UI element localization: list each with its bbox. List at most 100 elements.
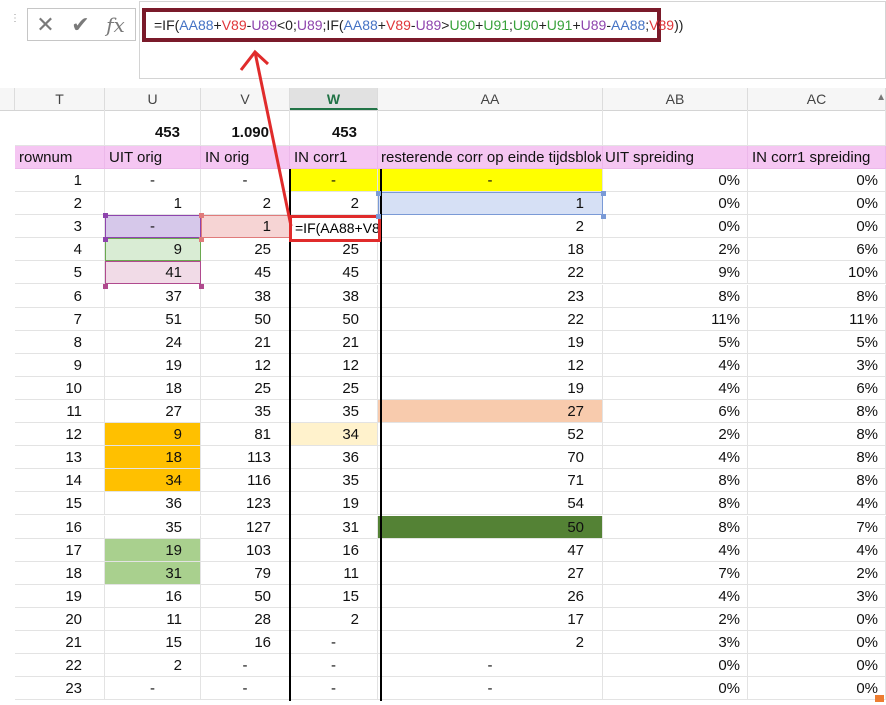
cell-AB[interactable]: 4% — [603, 446, 748, 470]
header-cell-in-orig[interactable]: IN orig — [201, 146, 290, 169]
cell-AA[interactable]: - — [378, 169, 603, 192]
cell-AA[interactable]: 54 — [378, 492, 603, 516]
cell-AB[interactable]: 2% — [603, 238, 748, 262]
cell-AC[interactable]: 8% — [748, 423, 886, 447]
cell-AA[interactable]: 19 — [378, 330, 603, 354]
cell-AC[interactable]: 10% — [748, 261, 886, 285]
cell-AC[interactable]: 4% — [748, 538, 886, 562]
cell-T[interactable]: 20 — [15, 607, 105, 631]
cell-AB[interactable]: 0% — [603, 169, 748, 192]
range-handle[interactable] — [199, 237, 204, 242]
cell-T[interactable]: 3 — [15, 215, 105, 239]
range-handle[interactable] — [376, 191, 381, 196]
range-handle[interactable] — [601, 191, 606, 196]
cell-V[interactable]: 113 — [201, 446, 290, 470]
cell-U[interactable]: 36 — [105, 492, 201, 516]
col-header-AC[interactable]: AC — [748, 88, 886, 110]
cell-AA[interactable]: 23 — [378, 284, 603, 308]
cell-AB[interactable]: 11% — [603, 307, 748, 331]
cell-U[interactable]: 18 — [105, 376, 201, 400]
cell-U[interactable]: 1 — [105, 192, 201, 216]
cell-W[interactable]: 31 — [290, 515, 378, 539]
cell-V[interactable]: 25 — [201, 238, 290, 262]
cell-U[interactable]: 51 — [105, 307, 201, 331]
cell-V[interactable]: 45 — [201, 261, 290, 285]
cell-U[interactable]: 41 — [105, 261, 201, 285]
cell-AC[interactable]: 3% — [748, 353, 886, 377]
cell-T[interactable]: 21 — [15, 631, 105, 654]
col-header-W[interactable]: W — [290, 88, 378, 110]
x-icon[interactable]: ✕ — [28, 12, 63, 38]
cell-W[interactable]: - — [290, 677, 378, 701]
range-handle[interactable] — [376, 214, 381, 219]
cell-V[interactable]: 28 — [201, 607, 290, 631]
cell-AB[interactable]: 0% — [603, 654, 748, 678]
cell-AA[interactable]: 22 — [378, 261, 603, 285]
cell-AA[interactable]: 22 — [378, 307, 603, 331]
cell-AB[interactable]: 8% — [603, 284, 748, 308]
cell-AB[interactable]: 2% — [603, 607, 748, 631]
cell-total-U[interactable]: 453 — [105, 110, 201, 146]
header-cell-in-corr1[interactable]: IN corr1 — [290, 146, 378, 169]
cell-AC[interactable]: 7% — [748, 515, 886, 539]
cell-W[interactable]: - — [290, 654, 378, 678]
cell-AA[interactable]: 12 — [378, 353, 603, 377]
cell-AC[interactable]: 11% — [748, 307, 886, 331]
cell-AB[interactable]: 0% — [603, 677, 748, 701]
cell-U[interactable]: - — [105, 677, 201, 701]
cell-T[interactable]: 10 — [15, 376, 105, 400]
cell-total-W[interactable]: 453 — [290, 110, 378, 146]
cell-AC[interactable]: 0% — [748, 631, 886, 654]
cell-U[interactable]: 24 — [105, 330, 201, 354]
cell-U[interactable]: 19 — [105, 353, 201, 377]
cell-total-V[interactable]: 1.090 — [201, 110, 290, 146]
cell-AC[interactable]: 8% — [748, 446, 886, 470]
cell-AA[interactable]: 18 — [378, 238, 603, 262]
cell-W[interactable]: 2 — [290, 607, 378, 631]
editing-cell[interactable]: =IF(AA88+V89-U89<0;U89;IF(AA88+V89-U89>U… — [289, 215, 381, 242]
cell-V[interactable]: 25 — [201, 376, 290, 400]
cell-V[interactable]: 103 — [201, 538, 290, 562]
cell-U[interactable]: 34 — [105, 469, 201, 493]
cell-AC[interactable]: 0% — [748, 169, 886, 192]
col-header-V[interactable]: V — [201, 88, 290, 110]
cell-T[interactable]: 12 — [15, 423, 105, 447]
cell-W[interactable]: 15 — [290, 584, 378, 608]
cell-T[interactable]: 18 — [15, 561, 105, 585]
cell-U[interactable]: 37 — [105, 284, 201, 308]
cell-T[interactable]: 17 — [15, 538, 105, 562]
cell-V[interactable]: 50 — [201, 307, 290, 331]
cell-AA[interactable]: 2 — [378, 215, 603, 239]
cell-W[interactable]: 36 — [290, 446, 378, 470]
cell-AC[interactable]: 6% — [748, 238, 886, 262]
cell-AB[interactable]: 3% — [603, 631, 748, 654]
cell-AB[interactable]: 8% — [603, 492, 748, 516]
cell-W[interactable]: - — [290, 169, 378, 192]
header-cell-uit-spreiding[interactable]: UIT spreiding — [603, 146, 748, 169]
cell-W[interactable]: 50 — [290, 307, 378, 331]
header-cell-uit-orig[interactable]: UIT orig — [105, 146, 201, 169]
cell-AB[interactable]: 5% — [603, 330, 748, 354]
cell[interactable] — [603, 110, 748, 146]
cell-T[interactable]: 16 — [15, 515, 105, 539]
cell-AC[interactable]: 6% — [748, 376, 886, 400]
cell-T[interactable]: 14 — [15, 469, 105, 493]
cell-AA[interactable]: 70 — [378, 446, 603, 470]
cell-T[interactable]: 7 — [15, 307, 105, 331]
cell-V[interactable]: 79 — [201, 561, 290, 585]
cell-V[interactable]: - — [201, 654, 290, 678]
cell-V[interactable]: 1 — [201, 215, 290, 239]
cell-T[interactable]: 23 — [15, 677, 105, 701]
cell-AA[interactable]: 52 — [378, 423, 603, 447]
col-header-U[interactable]: U — [105, 88, 201, 110]
cell-W[interactable]: 12 — [290, 353, 378, 377]
cell-V[interactable]: - — [201, 169, 290, 192]
cell[interactable] — [378, 110, 603, 146]
cell-T[interactable]: 2 — [15, 192, 105, 216]
range-handle[interactable] — [103, 213, 108, 218]
cell-AB[interactable]: 6% — [603, 400, 748, 423]
cell-AB[interactable]: 4% — [603, 353, 748, 377]
header-cell-rownum[interactable]: rownum — [15, 146, 105, 169]
cell-W[interactable]: 25 — [290, 376, 378, 400]
range-handle[interactable] — [103, 284, 108, 289]
